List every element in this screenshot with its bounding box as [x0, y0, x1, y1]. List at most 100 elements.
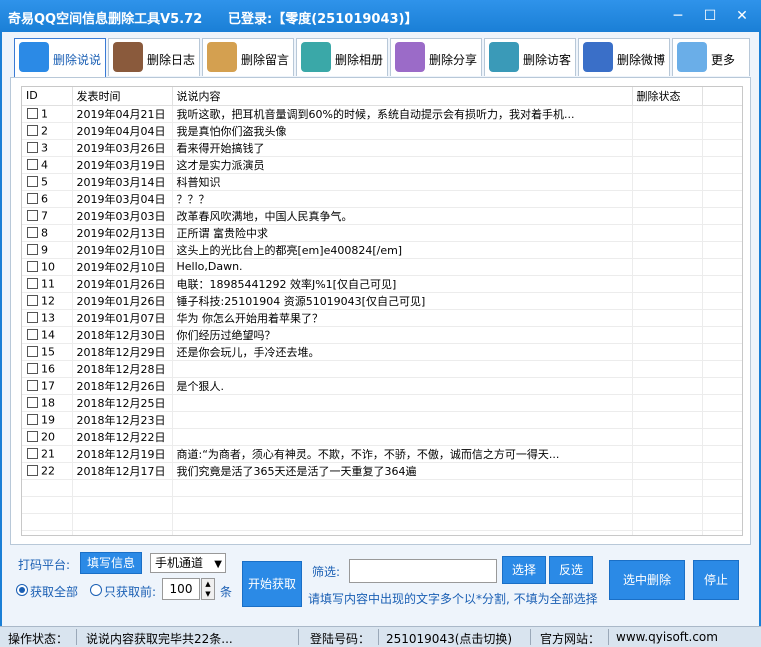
invert-button[interactable]: 反选: [549, 556, 593, 584]
table-row[interactable]: 22 2018年12月17日 我们究竟是活了365天还是活了一天重复了364遍: [22, 462, 742, 480]
row-id: 12: [41, 294, 55, 308]
notebook-icon: [113, 42, 143, 72]
delete-selected-button[interactable]: 选中删除: [609, 560, 685, 600]
row-checkbox[interactable]: [27, 397, 38, 409]
row-checkbox[interactable]: [27, 448, 38, 460]
row-checkbox[interactable]: [27, 227, 38, 239]
row-content: 我们究竟是活了365天还是活了一天重复了364遍: [172, 462, 633, 480]
table-row[interactable]: 1 2019年04月21日 我听这歌，把耳机音量调到60%的时候，系统自动提示会有损…: [22, 105, 742, 123]
row-checkbox[interactable]: [27, 414, 38, 426]
tab-8[interactable]: 更多: [672, 38, 750, 76]
table-row[interactable]: 18 2018年12月25日: [22, 394, 742, 412]
col-header-status[interactable]: 删除状态: [632, 87, 703, 106]
row-checkbox[interactable]: [27, 346, 38, 358]
row-content: 还是你会玩儿，手冷还去堆。: [172, 343, 633, 361]
spin-up-icon[interactable]: ▲: [202, 579, 214, 589]
get-all-label[interactable]: 获取全部: [30, 583, 78, 600]
table-row[interactable]: 11 2019年01月26日 电联：18985441292 效率J%1[仅自己可见]: [22, 275, 742, 293]
shuoshuo-list[interactable]: ID 发表时间 说说内容 删除状态 1 2019年04月21日 我听这歌，把耳机音量…: [21, 86, 743, 536]
table-row[interactable]: 15 2018年12月29日 还是你会玩儿，手冷还去堆。: [22, 343, 742, 361]
row-status: [632, 190, 703, 208]
spin-down-icon[interactable]: ▼: [202, 589, 214, 599]
row-filler: [702, 207, 742, 225]
tab-6[interactable]: 删除访客: [484, 38, 576, 76]
tab-2[interactable]: 删除日志: [108, 38, 200, 76]
row-checkbox[interactable]: [27, 176, 38, 188]
table-row[interactable]: 21 2018年12月19日 商道:“为商者，须心有神灵。不欺，不诈，不骄，不傲，诚…: [22, 445, 742, 463]
row-checkbox[interactable]: [27, 295, 38, 307]
only-get-radio[interactable]: [90, 584, 102, 596]
table-row[interactable]: 3 2019年03月26日 看来得开始搞钱了: [22, 139, 742, 157]
tab-label: 删除访客: [523, 53, 572, 67]
row-content: 看来得开始搞钱了: [172, 139, 633, 157]
tab-7[interactable]: 删除微博: [578, 38, 670, 76]
table-row[interactable]: 8 2019年02月13日 正所谓 富贵险中求: [22, 224, 742, 242]
table-row[interactable]: 13 2019年01月07日 华为 你怎么开始用着苹果了？: [22, 309, 742, 327]
filter-hint: 请填写内容中出现的文字多个以*分割, 不填为全部选择: [308, 592, 598, 606]
select-button[interactable]: 选择: [502, 556, 546, 584]
maximize-button[interactable]: ☐: [700, 6, 720, 26]
table-row[interactable]: 6 2019年03月04日？？？: [22, 190, 742, 208]
row-checkbox[interactable]: [27, 125, 38, 137]
table-row[interactable]: 17 2018年12月26日 是个狠人.: [22, 377, 742, 395]
row-checkbox[interactable]: [27, 380, 38, 392]
row-checkbox[interactable]: [27, 278, 38, 290]
col-header-content[interactable]: 说说内容: [172, 87, 633, 106]
table-row[interactable]: 4 2019年03月19日 这才是实力派演员: [22, 156, 742, 174]
tab-1[interactable]: 删除说说: [14, 38, 106, 78]
row-checkbox[interactable]: [27, 142, 38, 154]
table-row[interactable]: 2 2019年04月04日 我是真怕你们盗我头像: [22, 122, 742, 140]
table-row[interactable]: 14 2018年12月30日 你们经历过绝望吗？: [22, 326, 742, 344]
table-row[interactable]: 9 2019年02月10日 这头上的光比台上的都亮[em]e400824[/em]: [22, 241, 742, 259]
row-checkbox[interactable]: [27, 465, 38, 477]
filter-label: 筛选:: [312, 565, 341, 579]
website-link[interactable]: www.qyisoft.com: [616, 630, 718, 644]
row-content: [172, 360, 633, 378]
stop-button[interactable]: 停止: [693, 560, 739, 600]
row-id: 19: [41, 413, 55, 427]
row-checkbox[interactable]: [27, 244, 38, 256]
row-checkbox[interactable]: [27, 210, 38, 222]
start-fetch-button[interactable]: 开始获取: [242, 561, 302, 607]
count-spinner[interactable]: ▲ ▼: [201, 578, 215, 600]
row-checkbox[interactable]: [27, 329, 38, 341]
table-row[interactable]: 7 2019年03月03日 改革春风吹满地，中国人民真争气。: [22, 207, 742, 225]
row-checkbox[interactable]: [27, 431, 38, 443]
tab-4[interactable]: 删除相册: [296, 38, 388, 76]
row-status: [632, 462, 703, 480]
table-row[interactable]: 12 2019年01月26日 锤子科技:25101904 资源51019043[仅自…: [22, 292, 742, 310]
tab-3[interactable]: 删除留言: [202, 38, 294, 76]
count-input[interactable]: 100: [162, 578, 200, 600]
row-checkbox[interactable]: [27, 159, 38, 171]
row-time: 2019年03月14日: [72, 173, 173, 191]
row-checkbox[interactable]: [27, 193, 38, 205]
minimize-button[interactable]: ─: [668, 6, 688, 26]
close-button[interactable]: ✕: [732, 6, 752, 26]
login-number-value[interactable]: 251019043(点击切换): [386, 630, 512, 647]
row-status: [632, 326, 703, 344]
table-row[interactable]: 5 2019年03月14日 科普知识: [22, 173, 742, 191]
col-header-time[interactable]: 发表时间: [72, 87, 173, 106]
row-filler: [702, 309, 742, 327]
table-row[interactable]: 20 2018年12月22日: [22, 428, 742, 446]
row-filler: [702, 156, 742, 174]
fill-info-button[interactable]: 填写信息: [80, 552, 142, 574]
table-row[interactable]: 16 2018年12月28日: [22, 360, 742, 378]
table-row[interactable]: 19 2018年12月23日: [22, 411, 742, 429]
filter-input[interactable]: [349, 559, 497, 583]
table-row[interactable]: 10 2019年02月10日 Hello,Dawn.: [22, 258, 742, 276]
status-separator: [378, 629, 379, 645]
content-panel: ID 发表时间 说说内容 删除状态 1 2019年04月21日 我听这歌，把耳机音量…: [10, 77, 751, 545]
get-all-radio[interactable]: [16, 584, 28, 596]
row-checkbox[interactable]: [27, 108, 38, 120]
row-checkbox[interactable]: [27, 261, 38, 273]
row-status: [632, 105, 703, 123]
row-checkbox[interactable]: [27, 363, 38, 375]
edit-note-icon: [207, 42, 237, 72]
row-checkbox[interactable]: [27, 312, 38, 324]
empty-cell: [172, 496, 633, 514]
tab-5[interactable]: 删除分享: [390, 38, 482, 76]
only-get-label[interactable]: 只获取前:: [104, 583, 156, 600]
col-header-id[interactable]: ID: [22, 87, 73, 106]
channel-select[interactable]: 手机通道 ▼: [150, 553, 226, 573]
